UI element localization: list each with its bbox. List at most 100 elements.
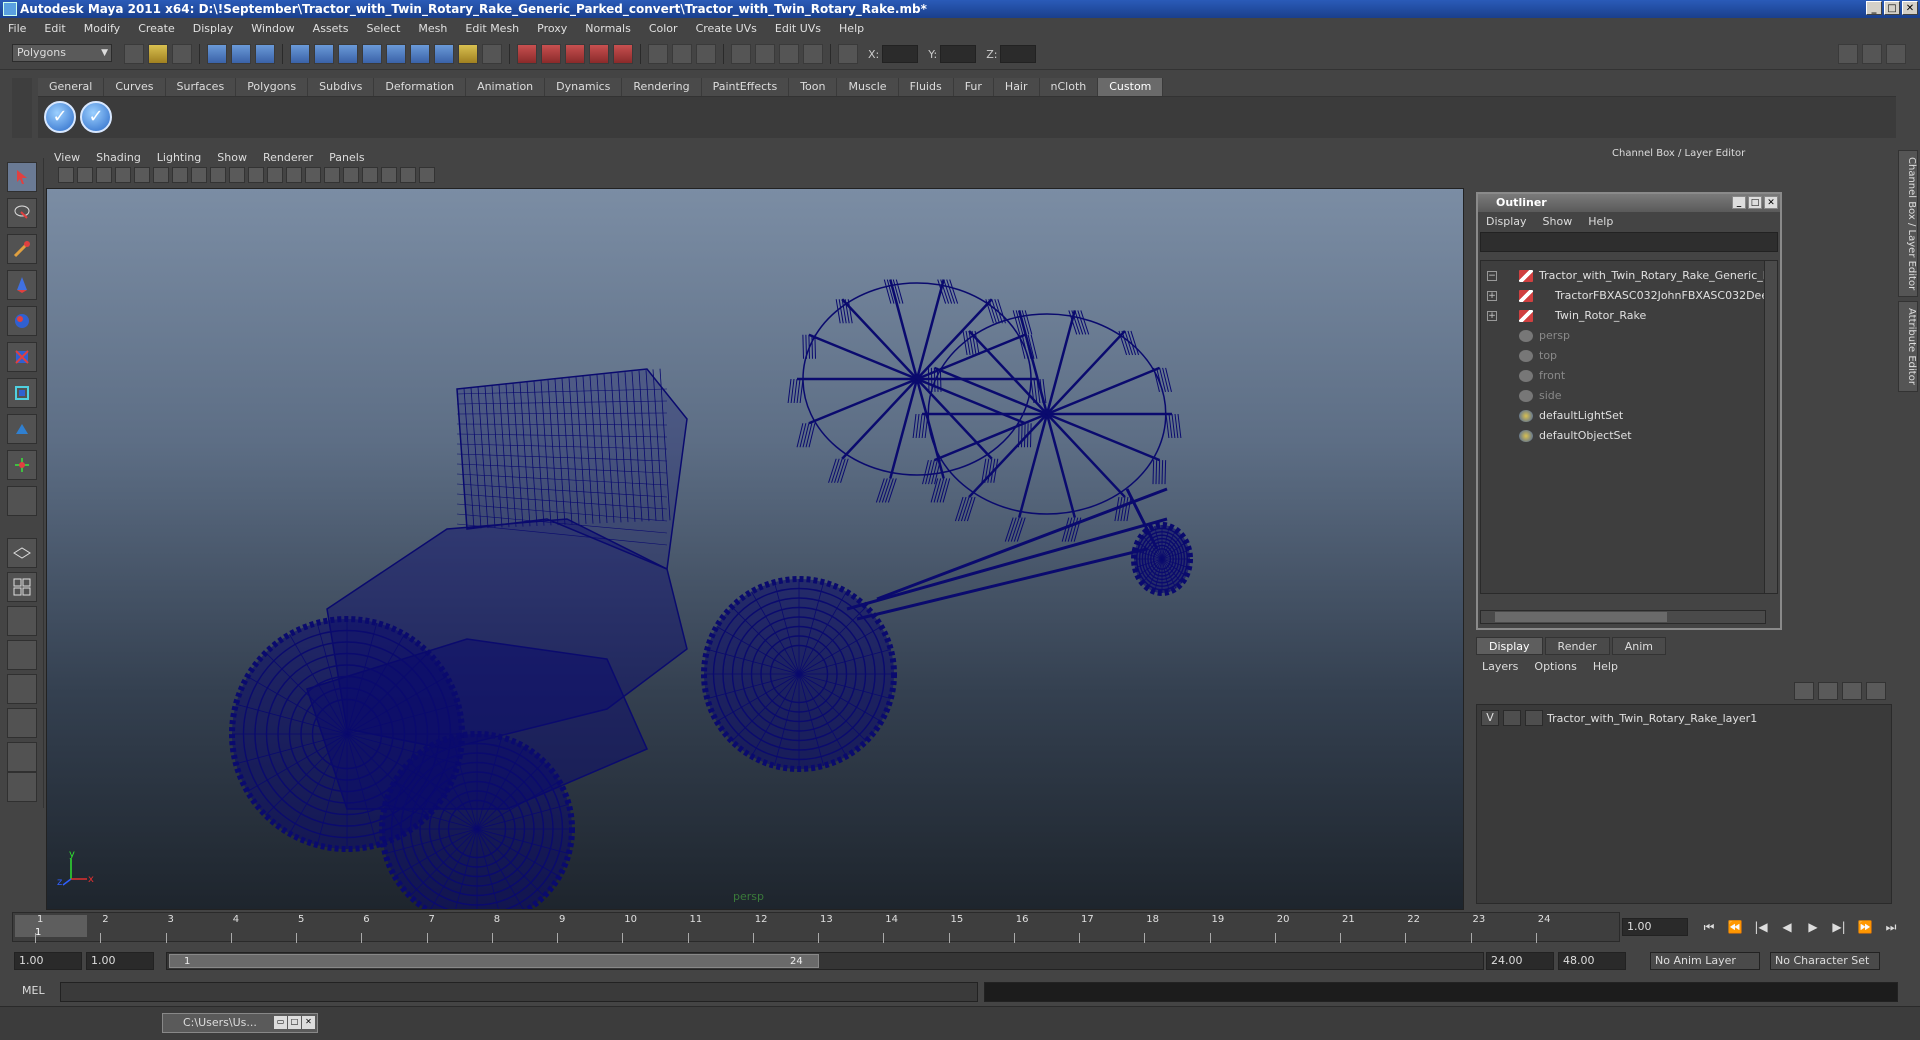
soft-mod-icon[interactable] <box>7 414 37 444</box>
perspective-viewport[interactable]: y x z persp <box>46 188 1464 910</box>
time-slider[interactable]: 1 1 2 3 4 5 6 7 8 9 10 11 12 13 14 15 16 17 18 19 20 21 22 23 2… <box>12 912 1620 943</box>
character-set-dropdown[interactable]: No Character Set <box>1770 952 1880 970</box>
backface-icon[interactable] <box>419 167 435 183</box>
outliner-minimize-button[interactable]: _ <box>1732 196 1746 209</box>
viewport-menu-lighting[interactable]: Lighting <box>157 151 201 164</box>
single-pane-layout-icon[interactable] <box>7 538 37 568</box>
x-field[interactable] <box>882 45 919 63</box>
shelf-tab-rendering[interactable]: Rendering <box>622 78 702 96</box>
menu-assets[interactable]: Assets <box>313 22 349 35</box>
shelf-tab-deformation[interactable]: Deformation <box>374 78 467 96</box>
menu-select[interactable]: Select <box>366 22 400 35</box>
layer-visibility-toggle[interactable]: V <box>1481 710 1499 726</box>
shelf-tab-dynamics[interactable]: Dynamics <box>545 78 623 96</box>
select-tool-icon[interactable] <box>7 162 37 192</box>
outliner-horizontal-scrollbar[interactable] <box>1480 610 1766 624</box>
safe-action-icon[interactable] <box>229 167 245 183</box>
layout-options-icon[interactable] <box>7 742 37 772</box>
menu-file[interactable]: File <box>8 22 26 35</box>
gate-mask-icon[interactable] <box>191 167 207 183</box>
outliner-item[interactable]: top <box>1481 347 1765 365</box>
graph-editor-icon[interactable] <box>696 44 716 64</box>
input-ops-icon[interactable] <box>648 44 668 64</box>
film-gate-icon[interactable] <box>153 167 169 183</box>
select-camera-icon[interactable] <box>58 167 74 183</box>
image-plane-icon[interactable] <box>115 167 131 183</box>
outliner-layout-icon[interactable] <box>7 606 37 636</box>
shelf-tab-animation[interactable]: Animation <box>466 78 546 96</box>
outliner-item[interactable]: persp <box>1481 327 1765 345</box>
snap-surface-icon[interactable] <box>410 44 430 64</box>
outliner-item[interactable]: defaultLightSet <box>1481 407 1765 425</box>
outliner-vertical-scrollbar[interactable] <box>1764 260 1778 594</box>
xray-joints-icon[interactable] <box>400 167 416 183</box>
new-layer-icon[interactable] <box>1794 682 1814 700</box>
select-hierarchy-icon[interactable] <box>207 44 227 64</box>
viewport-menu-panels[interactable]: Panels <box>329 151 364 164</box>
safe-title-icon[interactable] <box>248 167 264 183</box>
menu-modify[interactable]: Modify <box>84 22 120 35</box>
z-field[interactable] <box>1000 45 1037 63</box>
textured-icon[interactable] <box>305 167 321 183</box>
current-time-field[interactable]: 1.00 <box>1622 918 1688 936</box>
shelf-tab-painteffects[interactable]: PaintEffects <box>701 78 790 96</box>
maximize-button[interactable]: □ <box>1884 1 1900 15</box>
isolate-icon[interactable] <box>362 167 378 183</box>
outliner-item[interactable]: − Tractor_with_Twin_Rotary_Rake_Generic_P <box>1481 267 1765 285</box>
menu-normals[interactable]: Normals <box>585 22 631 35</box>
close-button[interactable]: ✕ <box>1902 1 1918 15</box>
render-view-icon[interactable] <box>541 44 561 64</box>
four-pane-layout-icon[interactable] <box>7 572 37 602</box>
output-ops-icon[interactable] <box>672 44 692 64</box>
menu-edit[interactable]: Edit <box>44 22 65 35</box>
resolution-gate-icon[interactable] <box>172 167 188 183</box>
start-time-field[interactable]: 1.00 <box>14 952 82 970</box>
new-layer-selected-icon[interactable] <box>1818 682 1838 700</box>
expand-toggle-icon[interactable]: + <box>1487 291 1497 301</box>
range-slider[interactable]: 1 24 <box>166 952 1484 970</box>
transform-icon[interactable] <box>779 44 799 64</box>
layer-type-toggle[interactable] <box>1503 710 1521 726</box>
minimize-button[interactable]: _ <box>1866 1 1882 15</box>
menu-edit-uvs[interactable]: Edit UVs <box>775 22 821 35</box>
shelf-checkmark-icon[interactable]: ✓ <box>44 101 76 133</box>
lock-icon[interactable] <box>458 44 478 64</box>
minimized-window-button[interactable]: C:\Users\Us... ▭ □ ✕ <box>162 1013 318 1033</box>
menu-display[interactable]: Display <box>193 22 234 35</box>
menu-proxy[interactable]: Proxy <box>537 22 567 35</box>
outliner-close-button[interactable]: ✕ <box>1764 196 1778 209</box>
side-tab-channel-box[interactable]: Channel Box / Layer Editor <box>1898 150 1918 298</box>
render-frame-icon[interactable] <box>565 44 585 64</box>
side-tab-attribute-editor[interactable]: Attribute Editor <box>1898 301 1918 393</box>
universal-manip-icon[interactable] <box>7 378 37 408</box>
move-tool-icon[interactable] <box>7 270 37 300</box>
outliner-menu-show[interactable]: Show <box>1543 215 1573 228</box>
viewport-menu-view[interactable]: View <box>54 151 80 164</box>
shelf-menu-handle[interactable] <box>12 78 32 138</box>
menu-set-dropdown[interactable]: Polygons ▼ <box>12 44 112 62</box>
menu-create[interactable]: Create <box>138 22 175 35</box>
playback-end-field[interactable]: 24.00 <box>1486 952 1554 970</box>
field-chart-icon[interactable] <box>210 167 226 183</box>
anim-layer-dropdown[interactable]: No Anim Layer <box>1650 952 1760 970</box>
shelf-tab-subdivs[interactable]: Subdivs <box>308 78 375 96</box>
range-slider-thumb[interactable]: 1 24 <box>169 954 819 968</box>
show-manipulator-icon[interactable] <box>7 450 37 480</box>
script-language-toggle[interactable]: MEL <box>22 984 45 997</box>
menu-help[interactable]: Help <box>839 22 864 35</box>
save-scene-icon[interactable] <box>172 44 192 64</box>
outliner-item[interactable]: defaultObjectSet <box>1481 427 1765 445</box>
rotate-icon[interactable] <box>803 44 823 64</box>
shelf-tab-general[interactable]: General <box>38 78 105 96</box>
go-to-end-icon[interactable]: ⏭ <box>1882 918 1900 936</box>
xray-icon[interactable] <box>381 167 397 183</box>
lock-camera-icon[interactable] <box>77 167 93 183</box>
tool-layout-icon[interactable] <box>7 708 37 738</box>
layer-tab-display[interactable]: Display <box>1476 637 1543 655</box>
graph-layout-icon[interactable] <box>7 640 37 670</box>
new-scene-icon[interactable] <box>124 44 144 64</box>
outliner-titlebar[interactable]: Outliner _ □ ✕ <box>1478 194 1780 212</box>
shelf-tab-surfaces[interactable]: Surfaces <box>165 78 237 96</box>
command-input[interactable] <box>60 982 978 1002</box>
play-forwards-icon[interactable]: ▶ <box>1804 918 1822 936</box>
